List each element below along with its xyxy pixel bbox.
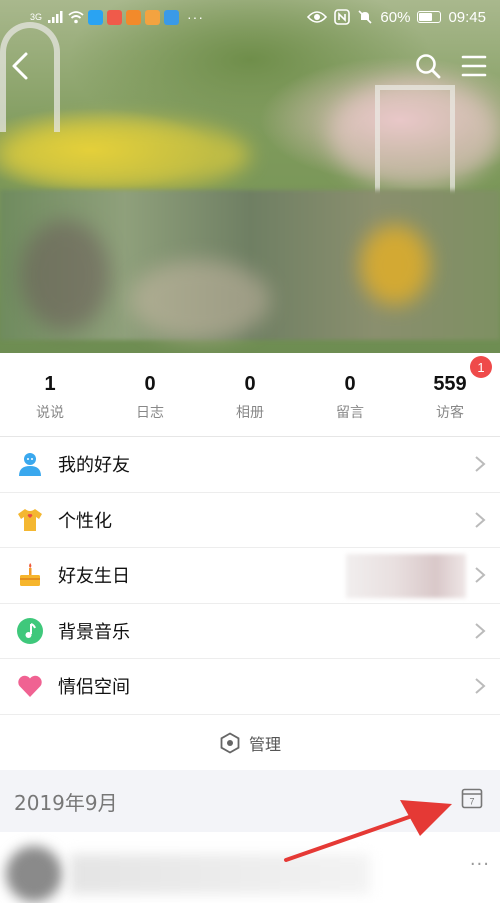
stat-shuoshuo[interactable]: 1 说说 [0,353,100,435]
blurred-friend-avatars [346,554,466,598]
stat-label: 访客 [436,405,464,421]
birthday-cake-icon [20,563,40,587]
stat-label: 相册 [236,405,264,421]
signal-icon [48,11,63,23]
app-notification-icon [164,9,180,25]
stat-label: 日志 [136,405,164,421]
stat-blog[interactable]: 0 日志 [100,353,200,435]
menu-item-music[interactable]: 背景音乐 [0,602,500,659]
chevron-right-icon [475,678,486,695]
wifi-icon [68,10,84,23]
mute-icon [358,10,372,24]
stat-album[interactable]: 0 相册 [200,353,300,435]
chevron-right-icon [475,567,486,584]
avatar [6,846,62,902]
chevron-right-icon [475,622,486,639]
more-notifications: ··· [187,9,205,25]
clock: 09:45 [448,8,486,26]
more-options-icon[interactable]: ··· [470,854,490,875]
tshirt-icon [18,508,42,531]
cover-blurred-figure [20,220,110,330]
menu-item-couple-space[interactable]: 情侣空间 [0,658,500,714]
stat-value: 0 [344,373,356,395]
stat-value: 559 [433,373,467,395]
battery-percent: 60% [380,8,411,26]
feed-item[interactable]: ··· [0,832,500,903]
stat-value: 1 [44,373,56,395]
stat-value: 0 [244,373,256,395]
blurred-feed-content [70,854,370,894]
stat-label: 留言 [336,405,364,421]
menu-icon[interactable] [460,52,488,80]
notification-badge: 1 [470,356,492,378]
stats-bar: 1 说说 0 日志 0 相册 0 留言 1 559 访客 [0,353,500,435]
menu-label: 好友生日 [58,566,130,588]
app-notification-icon [126,9,142,25]
chevron-right-icon [475,511,486,528]
date-section-header: 2019年9月 7 [0,770,500,832]
menu-item-birthday[interactable]: 好友生日 [0,547,500,603]
manage-label: 管理 [248,734,281,754]
date-label: 2019年9月 [14,790,118,815]
menu-label: 我的好友 [58,455,130,477]
menu-label: 个性化 [58,510,112,532]
back-icon[interactable] [8,50,32,82]
friends-icon [19,453,41,477]
chevron-right-icon [475,456,486,473]
hexagon-icon [220,731,240,754]
cover-blurred-figure [360,225,430,305]
battery-icon [417,11,442,23]
network-type: 3G [30,12,43,22]
calendar-day: 7 [469,797,474,807]
cover-trellis [375,85,455,195]
nfc-icon [334,9,351,25]
manage-button[interactable]: 管理 [0,714,500,770]
calendar-icon[interactable]: 7 [461,787,483,809]
menu-item-personalize[interactable]: 个性化 [0,491,500,548]
app-notification-icon [107,9,123,25]
cover-blurred-figure [130,260,270,340]
stat-label: 说说 [36,405,64,421]
stat-value: 0 [144,373,156,395]
app-notification-icon [145,9,161,25]
heart-icon [18,676,42,698]
stat-visitors[interactable]: 1 559 访客 [400,353,500,435]
app-notification-icon [88,9,104,25]
menu-label: 情侣空间 [58,677,130,699]
menu-label: 背景音乐 [58,621,130,643]
feature-menu: 我的好友 个性化 好友生日 背景音乐 情侣空间 [0,436,500,714]
stat-messages[interactable]: 0 留言 [300,353,400,435]
music-note-icon [17,617,43,644]
eye-icon [307,11,328,23]
status-bar: 3G ··· 60% 09:45 [0,0,500,34]
search-icon[interactable] [414,52,442,80]
menu-item-friends[interactable]: 我的好友 [0,436,500,492]
